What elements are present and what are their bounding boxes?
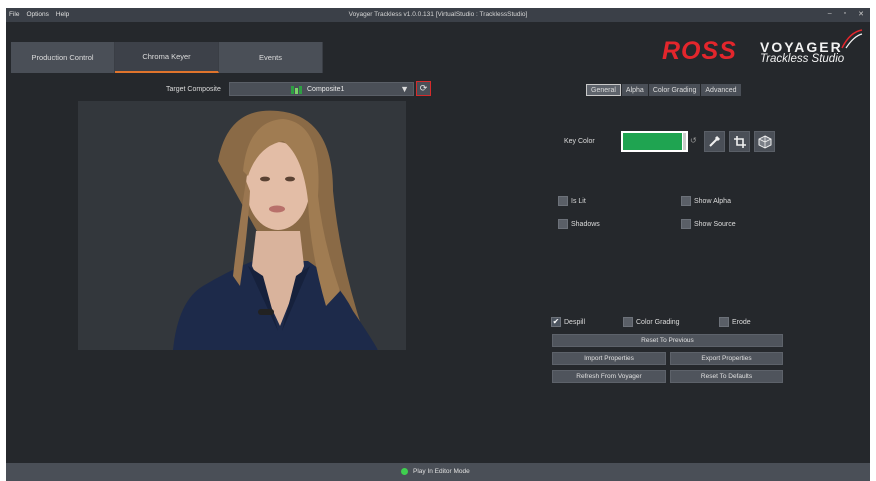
subtab-alpha[interactable]: Alpha — [621, 84, 648, 96]
key-color-swatch[interactable] — [621, 131, 688, 152]
eyedropper-icon — [709, 135, 721, 147]
erode-box — [719, 317, 729, 327]
target-composite-label: Target Composite — [166, 86, 221, 93]
refresh-from-voyager-button[interactable]: Refresh From Voyager — [552, 370, 666, 383]
cube-icon — [758, 134, 771, 149]
title-bar: File Options Help Voyager Trackless v1.0… — [6, 8, 870, 22]
despill-label: Despill — [564, 318, 586, 326]
ross-voyager-logo: ROSS VOYAGER Trackless Studio — [660, 29, 864, 70]
logo-brand: ROSS — [662, 37, 737, 65]
reset-to-defaults-button[interactable]: Reset To Defaults — [670, 370, 783, 383]
status-bar: Play In Editor Mode — [6, 463, 870, 481]
is-lit-checkbox[interactable]: Is Lit — [558, 196, 586, 206]
presenter-image — [173, 110, 378, 350]
key-color-fill — [623, 133, 682, 150]
reset-to-previous-button[interactable]: Reset To Previous — [552, 334, 783, 347]
color-grading-box — [623, 317, 633, 327]
show-alpha-box — [681, 196, 691, 206]
crop-button[interactable] — [729, 131, 750, 152]
logo-swoosh-icon — [841, 29, 863, 49]
export-properties-button[interactable]: Export Properties — [670, 352, 783, 365]
shadows-label: Shadows — [571, 220, 600, 228]
subtab-general[interactable]: General — [586, 84, 621, 96]
crop-icon — [733, 135, 746, 148]
refresh-icon: ⟳ — [419, 83, 428, 93]
minimize-icon[interactable]: – — [828, 10, 832, 18]
subtab-advanced[interactable]: Advanced — [701, 84, 741, 96]
show-source-checkbox[interactable]: Show Source — [681, 219, 736, 229]
tab-chroma-keyer[interactable]: Chroma Keyer — [115, 42, 219, 73]
status-text: Play In Editor Mode — [413, 468, 470, 475]
is-lit-label: Is Lit — [571, 197, 586, 205]
cube-select-button[interactable] — [754, 131, 775, 152]
status-indicator: Play In Editor Mode — [401, 468, 470, 475]
is-lit-box — [558, 196, 568, 206]
tab-production-control[interactable]: Production Control — [11, 42, 115, 73]
show-alpha-label: Show Alpha — [694, 197, 731, 205]
show-source-box — [681, 219, 691, 229]
keyer-preview — [78, 101, 406, 350]
despill-box: ✔ — [551, 317, 561, 327]
show-alpha-checkbox[interactable]: Show Alpha — [681, 196, 731, 206]
close-icon[interactable]: ✕ — [858, 10, 864, 18]
logo-subtitle: Trackless Studio — [760, 53, 845, 65]
color-grading-checkbox[interactable]: Color Grading — [623, 317, 680, 327]
key-color-label: Key Color — [564, 138, 595, 145]
app-window: File Options Help Voyager Trackless v1.0… — [6, 8, 870, 481]
maximize-icon[interactable]: ▫ — [844, 10, 846, 18]
subtab-color-grading[interactable]: Color Grading — [648, 84, 701, 96]
chevron-down-icon: ▼ — [400, 84, 409, 94]
keyer-subtabs: General Alpha Color Grading Advanced — [586, 84, 741, 96]
show-source-label: Show Source — [694, 220, 736, 228]
erode-checkbox[interactable]: Erode — [719, 317, 751, 327]
color-grading-label: Color Grading — [636, 318, 680, 326]
despill-checkbox[interactable]: ✔ Despill — [551, 317, 585, 327]
import-properties-button[interactable]: Import Properties — [552, 352, 666, 365]
refresh-composite-button[interactable]: ⟳ — [416, 81, 431, 96]
key-color-scrollbar — [683, 133, 686, 150]
composite-icon — [291, 86, 302, 94]
status-dot-icon — [401, 468, 408, 475]
shadows-box — [558, 219, 568, 229]
target-composite-value: Composite1 — [307, 86, 345, 93]
main-tabs: Production Control Chroma Keyer Events — [11, 42, 323, 73]
eyedropper-button[interactable] — [704, 131, 725, 152]
shadows-checkbox[interactable]: Shadows — [558, 219, 600, 229]
erode-label: Erode — [732, 318, 751, 326]
target-composite-select[interactable]: Composite1 ▼ — [229, 82, 414, 96]
tab-events[interactable]: Events — [219, 42, 323, 73]
undo-icon[interactable]: ↺ — [690, 136, 697, 145]
window-title: Voyager Trackless v1.0.0.131 [VirtualStu… — [348, 11, 528, 18]
window-controls: – ▫ ✕ — [828, 10, 864, 18]
